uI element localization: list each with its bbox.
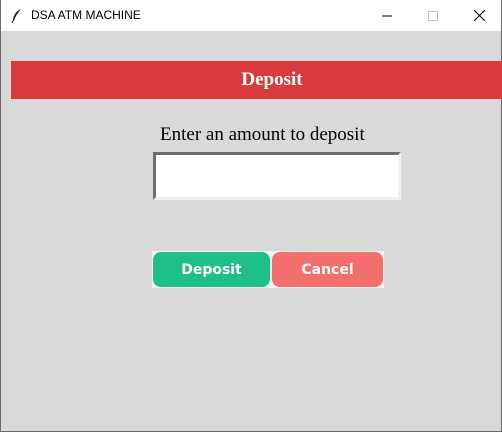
amount-prompt-label: Enter an amount to deposit — [160, 124, 365, 145]
deposit-amount-input[interactable] — [153, 152, 401, 200]
minimize-button[interactable] — [364, 0, 410, 31]
window-title: DSA ATM MACHINE — [31, 8, 141, 22]
title-bar[interactable]: DSA ATM MACHINE — [1, 0, 501, 31]
deposit-button[interactable]: Deposit — [153, 252, 270, 287]
maximize-button[interactable] — [410, 0, 456, 31]
page-title: Deposit — [241, 69, 303, 90]
close-button[interactable] — [456, 0, 502, 31]
cancel-button[interactable]: Cancel — [272, 252, 383, 287]
minimize-icon — [382, 6, 392, 25]
main-content: Deposit Enter an amount to deposit Depos… — [1, 31, 502, 431]
app-window: DSA ATM MACHINE Deposit Enter an amount … — [0, 0, 502, 432]
page-header: Deposit — [11, 61, 502, 99]
close-icon — [473, 6, 485, 25]
feather-icon — [11, 8, 23, 24]
maximize-icon — [428, 6, 438, 25]
